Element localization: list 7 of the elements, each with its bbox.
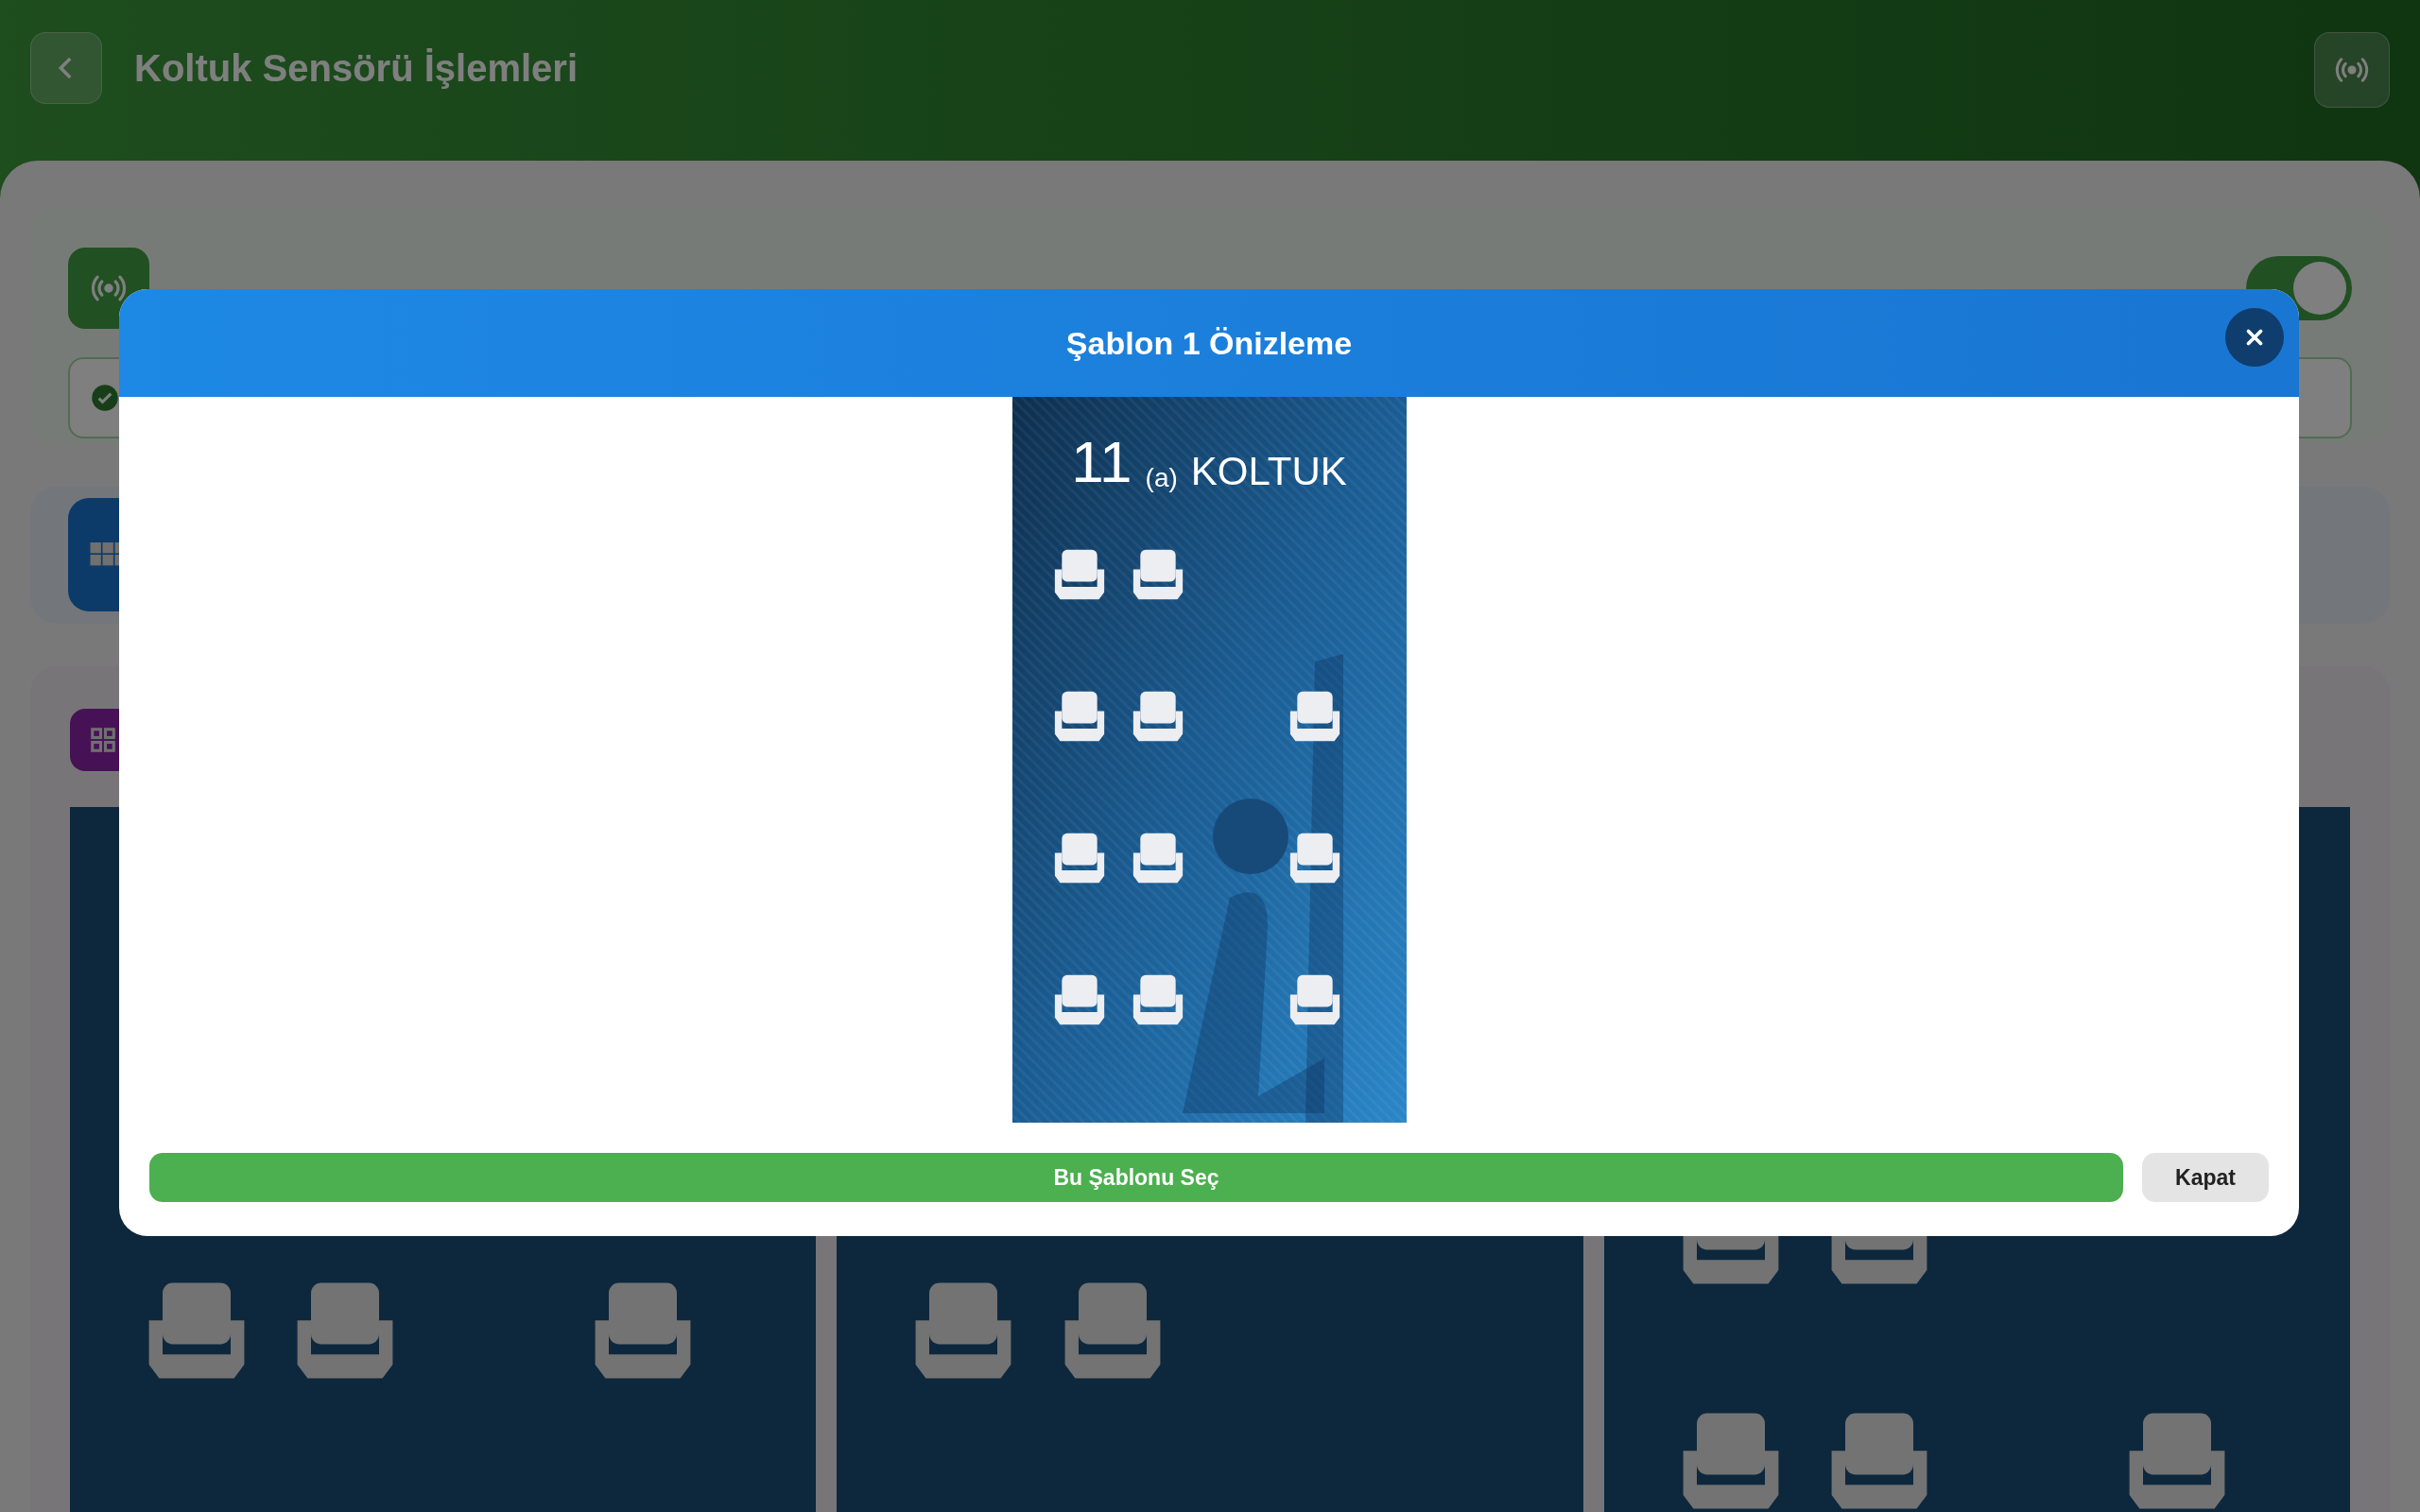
dialog-title: Şablon 1 Önizleme bbox=[1065, 323, 1353, 363]
grid-icon bbox=[89, 726, 117, 754]
page-title: Koltuk Sensörü İşlemleri bbox=[134, 46, 579, 91]
seat-label: KOLTUK bbox=[1190, 452, 1347, 491]
count-suffix: (a) bbox=[1145, 465, 1178, 491]
seat-count: 11 bbox=[1071, 433, 1132, 491]
close-dialog-button[interactable]: Kapat bbox=[2142, 1153, 2269, 1202]
